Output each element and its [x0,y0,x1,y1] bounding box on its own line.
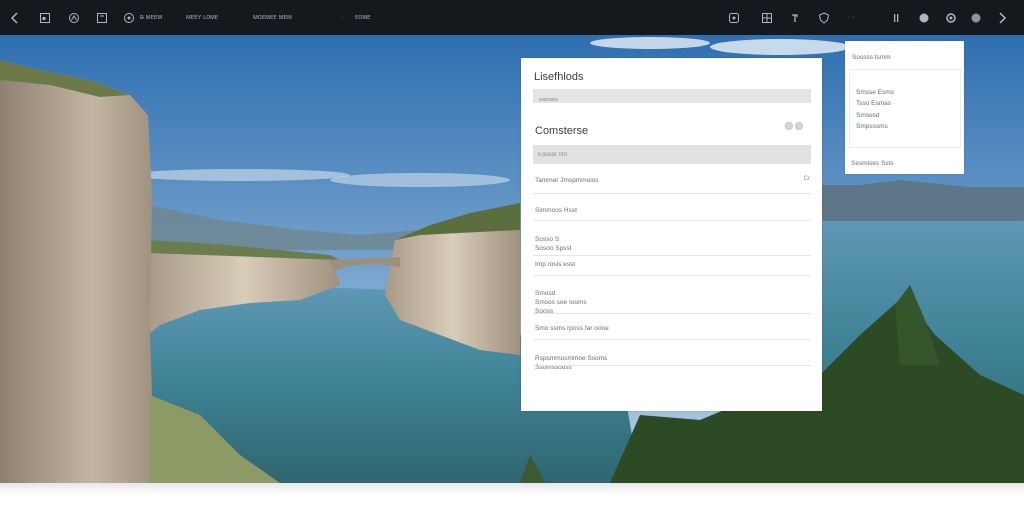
shield-icon [818,11,830,24]
globe-icon [919,13,929,22]
list-item[interactable]: Imp rosis esst [535,260,809,269]
toolbar-label-2[interactable]: ᴍᴇᴇʏ ʟᴏᴍᴇ [186,0,218,35]
list-item-label: Smo ssms rposs far oooe [535,325,609,332]
chevron-right-icon [999,11,1007,24]
card-item[interactable]: Tsso Esmas [856,100,891,107]
frame-icon [97,12,107,23]
list-item-label: Rspsmmusmmoe Ssoms Ssomssooss [535,355,608,371]
list-item[interactable]: Tammer Jmspmmoios [535,176,809,185]
list-item[interactable]: Simmoos Hsst [535,206,809,215]
info-circle-icon [124,12,134,23]
properties-panel: Lisefhlods ᴇᴍᴇᴇᴍᴇᴇ Comsterse Tammer Jmsp… [521,58,822,411]
pause-button[interactable] [889,0,903,35]
window-icon [40,12,50,23]
back-button[interactable] [8,0,22,35]
tool-button[interactable] [788,0,802,35]
toolbar-dots: · · [848,14,855,21]
list-item-value: Cr [803,176,810,182]
toolbar-label-3[interactable]: ᴍᴏᴇᴍᴇᴇ ᴍᴇᴍ [253,0,292,35]
list-item[interactable]: Smosd Smsos soe Iooms Sooss [535,280,809,316]
grid-button[interactable] [760,0,774,35]
card-item[interactable]: Smpsssms [856,123,888,130]
globe-button[interactable] [917,0,931,35]
card-item[interactable]: Smsse Esms [856,89,894,96]
divider [533,255,811,256]
info-button[interactable] [122,0,136,35]
screen-button[interactable] [727,0,741,35]
list-item-label: Smosd Smsos soe Iooms Sooss [535,290,587,315]
window-button[interactable] [38,0,52,35]
toolbar-label-4[interactable]: ᴇᴏᴍᴇ [355,0,371,35]
list-item[interactable]: Sosso S Sosoo Spsst [535,226,809,253]
card-item[interactable]: Smsosd [856,112,879,119]
divider [533,275,811,276]
divider [533,313,811,314]
toggle-dot-1[interactable] [785,122,793,130]
panel-info-bar[interactable]: ᴇᴍᴇᴇᴍᴇᴇ [533,89,811,103]
divider [533,365,811,366]
list-item[interactable]: Smo ssms rposs far oooe [535,324,809,333]
frame-button[interactable] [95,0,109,35]
list-item-label: Tammer Jmspmmoios [535,177,599,184]
pause-icon [894,13,899,22]
divider [533,220,811,221]
section-controls [785,122,803,130]
details-card: Sossss tsmm Smsse Esms Tsso Esmas Smsosd… [845,41,964,174]
bottom-strip [0,483,1024,512]
gear-icon [946,12,956,23]
section-title: Comsterse [535,125,589,137]
card-title: Sossss tsmm [852,54,891,61]
list-item-label: Sosso S Sosoo Spsst [535,236,572,252]
screen-icon [729,12,739,23]
shield-button[interactable] [817,0,831,35]
hammer-icon [792,13,798,22]
chevron-left-icon [10,11,18,24]
settings-button[interactable] [944,0,958,35]
panel-title: Lisefhlods [534,71,584,83]
card-list: Smsse Esms Tsso Esmas Smsosd Smpsssms [849,69,961,148]
divider [533,193,811,194]
toolbar-separator: · [341,14,344,21]
card-footer[interactable]: Sesmises Ssts [851,160,894,167]
record-icon [971,13,981,22]
toggle-dot-2[interactable] [795,122,803,130]
loop-button[interactable] [67,0,81,35]
forward-button[interactable] [995,0,1009,35]
panel-info-text: ᴇᴍᴇᴇᴍᴇᴇ [539,97,559,103]
loop-icon [69,12,79,23]
record-button[interactable] [969,0,983,35]
list-item-label: Simmoos Hsst [535,207,577,214]
divider [533,339,811,340]
toolbar-label-1[interactable]: ᴃ ᴍᴇᴇᴍ [140,0,162,35]
top-toolbar: ᴃ ᴍᴇᴇᴍ ᴍᴇᴇʏ ʟᴏᴍᴇ ᴍᴏᴇᴍᴇᴇ ᴍᴇᴍ · ᴇᴏᴍᴇ · · [0,0,1024,35]
grid-icon [762,12,772,23]
list-item[interactable]: Rspsmmusmmoe Ssoms Ssomssooss [535,345,809,372]
list-item-label: Imp rosis esst [535,261,576,268]
search-input[interactable] [533,145,811,164]
